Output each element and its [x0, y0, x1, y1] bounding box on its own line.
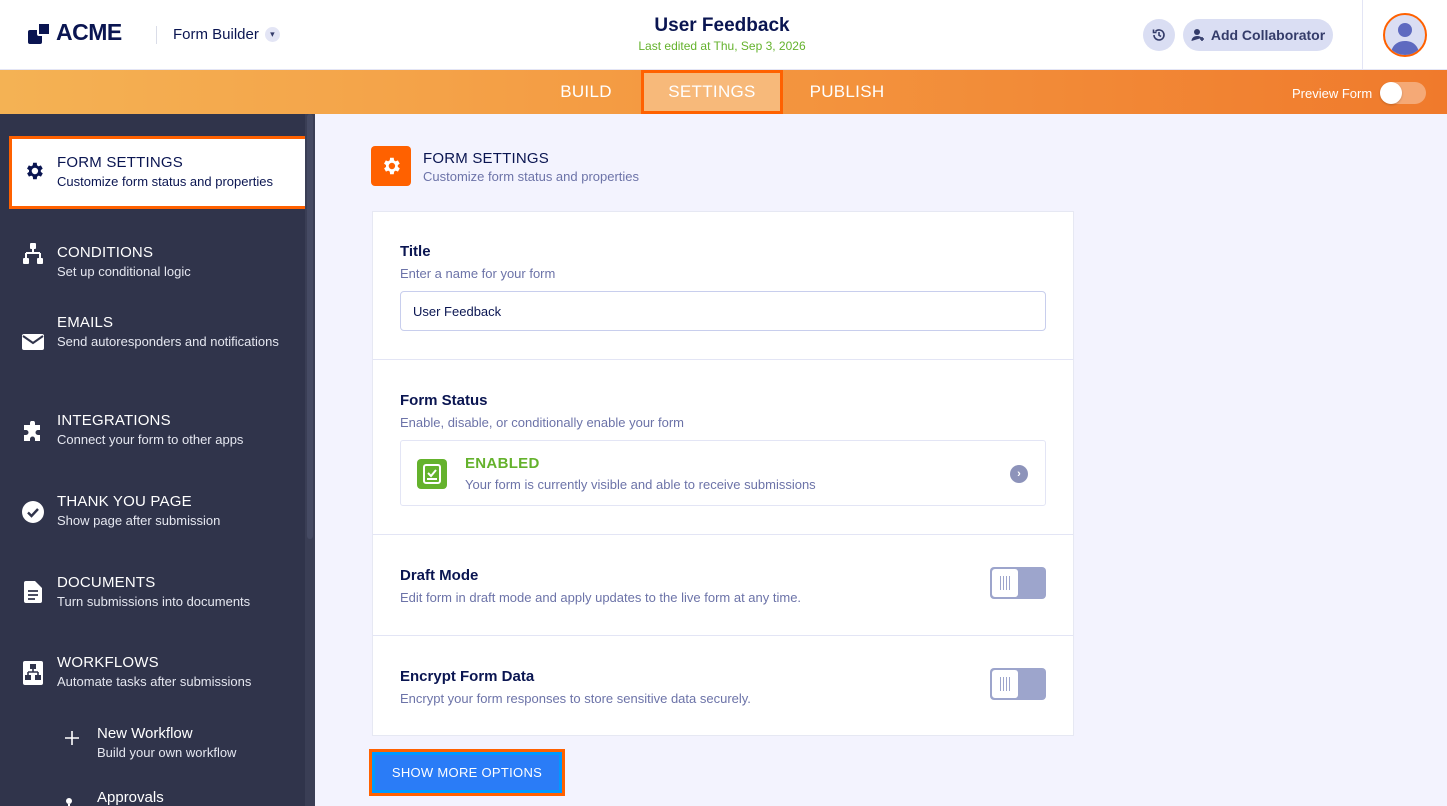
show-more-options-label: SHOW MORE OPTIONS [375, 755, 559, 790]
sidebar-item-desc: Send autoresponders and notifications [57, 334, 279, 349]
document-icon [21, 580, 45, 604]
sidebar-item-desc: Automate tasks after submissions [57, 674, 252, 689]
chevron-right-icon: › [1010, 465, 1028, 483]
form-status-section: Form Status Enable, disable, or conditio… [373, 360, 1073, 535]
user-icon [1391, 23, 1419, 55]
envelope-icon [21, 330, 45, 354]
acme-logo[interactable]: ACME [28, 19, 122, 46]
top-header: ACME Form Builder ▾ User Feedback Last e… [0, 0, 1447, 70]
header-divider-right [1362, 0, 1363, 70]
history-button[interactable] [1143, 19, 1175, 51]
header-divider [156, 26, 157, 44]
plus-icon [62, 728, 82, 748]
draft-mode-desc: Edit form in draft mode and apply update… [400, 590, 802, 605]
sidebar-item-desc: Set up conditional logic [57, 264, 191, 279]
builder-tab-bar: BUILD SETTINGS PUBLISH Preview Form [0, 70, 1447, 114]
page-subtitle: Customize form status and properties [423, 169, 640, 184]
form-title-input[interactable] [400, 291, 1046, 331]
form-status-desc: Enable, disable, or conditionally enable… [400, 415, 685, 430]
approvals-icon [62, 794, 82, 806]
sidebar-item-title: INTEGRATIONS [57, 412, 171, 429]
sidebar-item-title: THANK YOU PAGE [57, 493, 192, 510]
encrypt-label: Encrypt Form Data [400, 668, 535, 685]
gear-icon [22, 159, 46, 183]
sidebar-item-form-settings[interactable]: FORM SETTINGS Customize form status and … [9, 136, 308, 209]
form-title-block: User Feedback Last edited at Thu, Sep 3,… [522, 14, 922, 54]
sidebar-item-emails[interactable]: EMAILS Send autoresponders and notificat… [0, 313, 305, 373]
show-more-options-button[interactable]: SHOW MORE OPTIONS [369, 749, 565, 796]
encrypt-desc: Encrypt your form responses to store sen… [400, 691, 751, 706]
sidebar-subitem-title: New Workflow [97, 725, 193, 742]
check-circle-icon [21, 500, 45, 524]
preview-form-control: Preview Form [1292, 82, 1427, 104]
sidebar-item-conditions[interactable]: CONDITIONS Set up conditional logic [0, 234, 305, 279]
history-icon [1152, 29, 1165, 41]
preview-form-toggle[interactable] [1380, 82, 1427, 104]
sidebar-subitem-title: Approvals [97, 789, 164, 806]
enabled-form-icon [417, 459, 447, 489]
title-section: Title Enter a name for your form [373, 212, 1073, 360]
tab-build[interactable]: BUILD [544, 70, 628, 114]
scrollbar-thumb[interactable] [307, 114, 313, 539]
sidebar-subitem-new-workflow[interactable]: New Workflow Build your own workflow [0, 724, 305, 764]
sidebar-item-desc: Turn submissions into documents [57, 594, 251, 609]
add-collaborator-button[interactable]: Add Collaborator [1183, 19, 1333, 51]
encrypt-toggle[interactable] [990, 668, 1046, 700]
sidebar-item-desc: Customize form status and properties [57, 174, 274, 189]
logo-text: ACME [56, 19, 122, 45]
tab-settings[interactable]: SETTINGS [641, 70, 783, 114]
encrypt-section: Encrypt Form Data Encrypt your form resp… [373, 636, 1073, 737]
sidebar-item-desc: Show page after submission [57, 513, 221, 528]
form-status-label: Form Status [400, 392, 488, 409]
sidebar-item-thank-you-page[interactable]: THANK YOU PAGE Show page after submissio… [0, 492, 305, 532]
draft-mode-label: Draft Mode [400, 567, 479, 584]
form-status-value-desc: Your form is currently visible and able … [465, 477, 816, 492]
puzzle-icon [21, 420, 45, 444]
workflow-icon [21, 661, 45, 685]
form-status-selector[interactable]: ENABLED Your form is currently visible a… [400, 440, 1046, 506]
acme-logo-mark [28, 20, 52, 46]
tab-publish[interactable]: PUBLISH [797, 70, 897, 114]
toggle-knob [992, 569, 1018, 597]
sidebar-item-integrations[interactable]: INTEGRATIONS Connect your form to other … [0, 411, 305, 451]
conditions-icon [21, 242, 45, 266]
sidebar-item-title: EMAILS [57, 314, 114, 331]
sidebar-item-workflows[interactable]: WORKFLOWS Automate tasks after submissio… [0, 653, 305, 693]
toggle-knob [992, 670, 1018, 698]
sidebar-item-title: DOCUMENTS [57, 574, 156, 591]
title-label: Title [400, 243, 431, 260]
sidebar-item-title: WORKFLOWS [57, 654, 159, 671]
user-avatar[interactable] [1383, 13, 1427, 57]
sidebar-item-documents[interactable]: DOCUMENTS Turn submissions into document… [0, 573, 305, 613]
add-user-icon [1191, 29, 1204, 41]
settings-sidebar: FORM SETTINGS Customize form status and … [0, 114, 315, 806]
preview-form-label: Preview Form [1292, 85, 1373, 101]
sidebar-subitem-desc: Build your own workflow [97, 745, 237, 760]
form-title[interactable]: User Feedback [522, 14, 922, 38]
chevron-down-icon: ▾ [264, 27, 280, 42]
last-edited-text: Last edited at Thu, Sep 3, 2026 [638, 39, 806, 53]
sidebar-scrollbar[interactable] [305, 114, 315, 806]
gear-icon [371, 146, 411, 186]
form-builder-label: Form Builder [173, 26, 259, 43]
sidebar-item-desc: Connect your form to other apps [57, 432, 244, 447]
sidebar-item-title: FORM SETTINGS [57, 154, 183, 171]
add-collaborator-label: Add Collaborator [1210, 27, 1326, 43]
title-desc: Enter a name for your form [400, 266, 556, 281]
settings-card: Title Enter a name for your form Form St… [372, 211, 1074, 736]
form-status-value: ENABLED [465, 455, 540, 472]
draft-mode-toggle[interactable] [990, 567, 1046, 599]
sidebar-subitem-approvals[interactable]: Approvals [0, 788, 305, 806]
toggle-knob [1380, 82, 1403, 104]
draft-mode-section: Draft Mode Edit form in draft mode and a… [373, 535, 1073, 636]
sidebar-item-title: CONDITIONS [57, 244, 154, 261]
page-title: FORM SETTINGS [423, 150, 549, 167]
form-builder-dropdown[interactable]: Form Builder ▾ [173, 26, 280, 43]
form-settings-heading: FORM SETTINGS Customize form status and … [371, 146, 639, 186]
